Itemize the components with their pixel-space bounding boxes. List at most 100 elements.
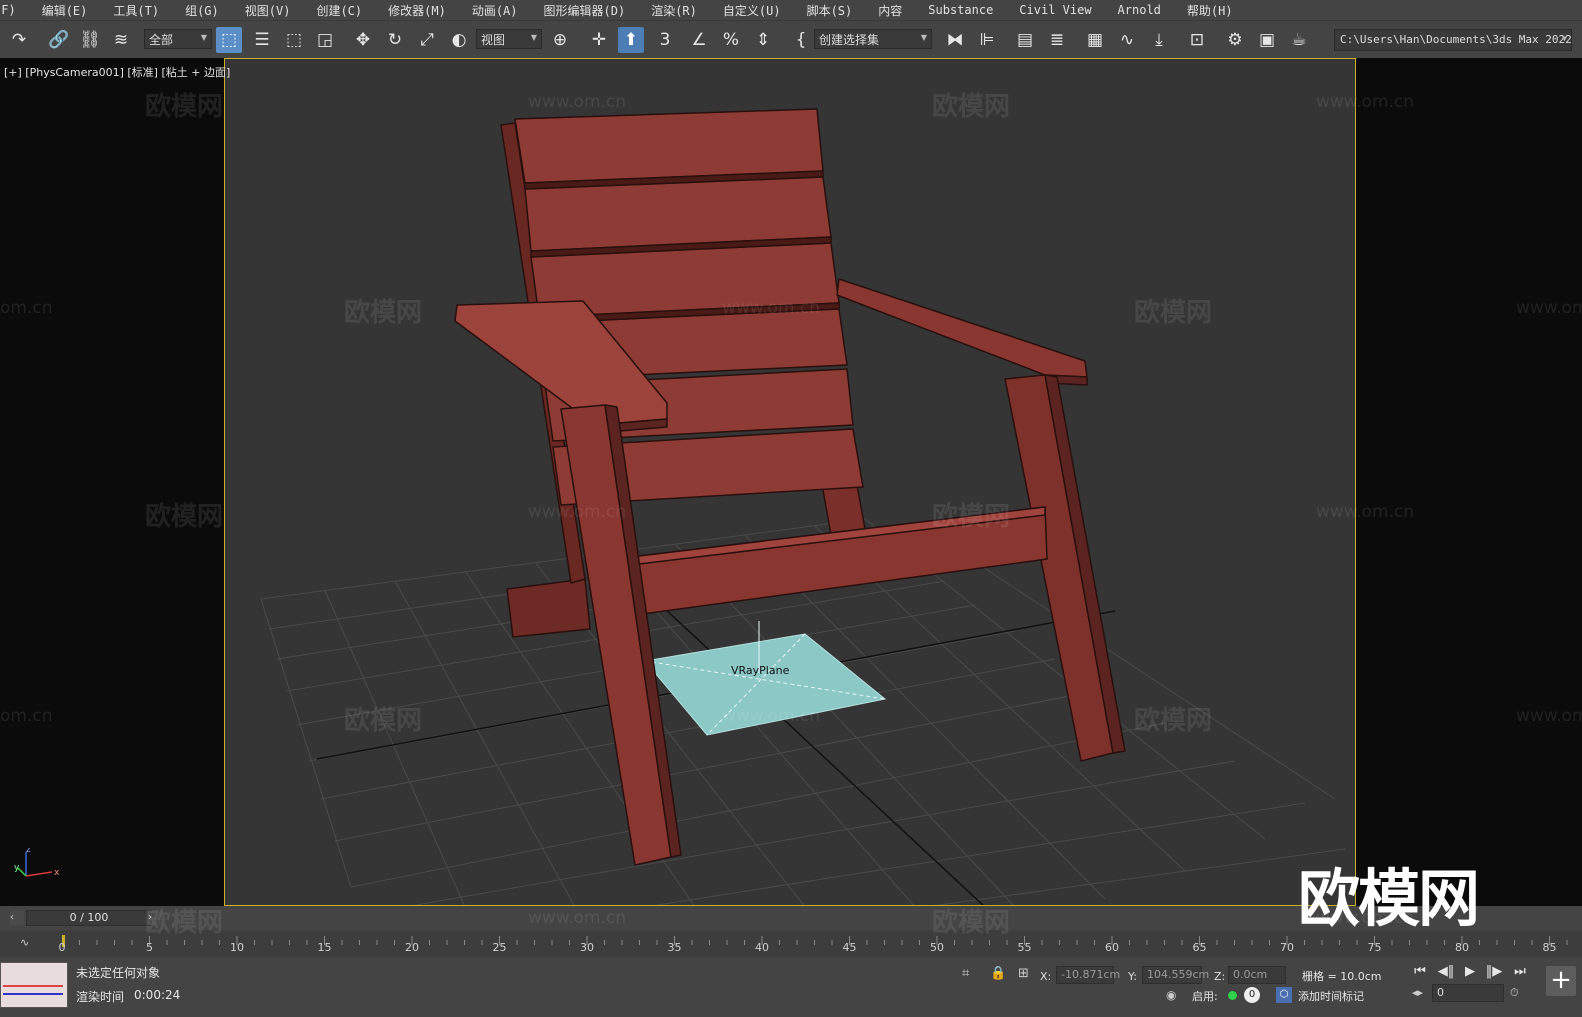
reference-coordinate-value: 视图 bbox=[481, 33, 506, 47]
menu-item[interactable]: 自定义(U) bbox=[710, 2, 794, 19]
listener-line bbox=[3, 993, 63, 995]
add-key-button[interactable]: + bbox=[1546, 966, 1576, 996]
tick-label: 40 bbox=[755, 941, 769, 954]
axis-y-label: y bbox=[14, 863, 20, 873]
project-path-select[interactable]: C:\Users\Han\Documents\3ds Max 2022 ▼ bbox=[1334, 29, 1572, 51]
keyboard-shortcut-override-icon[interactable]: ⬆ bbox=[618, 27, 644, 53]
next-frame-arrow-icon[interactable]: › bbox=[148, 911, 162, 925]
menu-item[interactable]: 动画(A) bbox=[459, 2, 531, 19]
maxscript-listener[interactable] bbox=[0, 962, 68, 1008]
right-pane bbox=[1357, 58, 1582, 906]
rectangular-selection-icon[interactable]: ⬚ bbox=[281, 27, 307, 53]
go-to-start-icon[interactable]: ⏮ bbox=[1410, 964, 1430, 979]
tick-label: 55 bbox=[1017, 941, 1032, 954]
render-setup-icon[interactable]: ⚙ bbox=[1222, 27, 1248, 53]
tick-label: 85 bbox=[1542, 941, 1557, 954]
rendered-frame-window-icon[interactable]: ▣ bbox=[1254, 27, 1280, 53]
perspective-viewport[interactable]: VRayPlane bbox=[224, 58, 1356, 906]
enable-indicator bbox=[1228, 991, 1237, 1000]
bind-space-warp-icon[interactable]: ≋ bbox=[108, 27, 134, 53]
y-coordinate-field[interactable]: 104.559cm bbox=[1142, 966, 1209, 984]
menu-item[interactable]: 创建(C) bbox=[303, 2, 375, 19]
select-by-name-icon[interactable]: ☰ bbox=[249, 27, 275, 53]
menu-item[interactable]: 帮助(H) bbox=[1174, 2, 1246, 19]
named-selection-select[interactable]: 创建选择集 ▼ bbox=[814, 29, 932, 49]
frame-spinner-icon[interactable]: ◂▸ bbox=[1412, 986, 1423, 999]
menu-item[interactable]: Civil View bbox=[1006, 3, 1104, 17]
play-icon[interactable]: ▶ bbox=[1460, 964, 1480, 979]
tick-label: 50 bbox=[930, 941, 944, 954]
menu-item[interactable]: 组(G) bbox=[172, 2, 232, 19]
window-crossing-icon[interactable]: ◲ bbox=[312, 27, 338, 53]
menu-item[interactable]: 渲染(R) bbox=[638, 2, 710, 19]
chevron-down-icon: ▼ bbox=[200, 33, 207, 42]
vray-plane bbox=[644, 621, 887, 736]
axis-z-label: z bbox=[26, 848, 31, 855]
render-production-icon[interactable]: ☕ bbox=[1286, 27, 1312, 53]
menu-item[interactable]: Arnold bbox=[1105, 3, 1174, 17]
snap-dimension-label: 3 bbox=[659, 30, 671, 50]
link-icon[interactable]: 🔗 bbox=[46, 27, 72, 53]
adaptive-degradation-icon[interactable]: ◉ bbox=[1166, 988, 1176, 1002]
absolute-mode-icon[interactable]: ⊞ bbox=[1018, 966, 1029, 981]
move-icon[interactable]: ✥ bbox=[350, 27, 376, 53]
percent-snap-icon[interactable]: % bbox=[718, 27, 744, 53]
edit-named-selection-icon[interactable]: { bbox=[788, 27, 814, 53]
next-key-icon[interactable]: ‖▶ bbox=[1484, 964, 1504, 979]
placement-icon[interactable]: ◐ bbox=[446, 27, 472, 53]
scene-explorer-icon[interactable]: ▤ bbox=[1012, 27, 1038, 53]
named-selection-value: 创建选择集 bbox=[819, 33, 880, 47]
scene-canvas bbox=[260, 108, 1346, 905]
curve-editor-icon[interactable]: ∿ bbox=[1114, 27, 1140, 53]
selection-filter-select[interactable]: 全部 ▼ bbox=[144, 29, 212, 49]
mirror-icon[interactable]: ⧓ bbox=[942, 27, 968, 53]
add-time-tag[interactable]: 添加时间标记 bbox=[1298, 988, 1364, 1004]
menu-item[interactable]: (F) bbox=[0, 3, 29, 17]
x-coordinate-field[interactable]: -10.871cm bbox=[1056, 966, 1120, 984]
menu-item[interactable]: 图形编辑器(D) bbox=[531, 2, 639, 19]
rotate-icon[interactable]: ↻ bbox=[382, 27, 408, 53]
current-frame-field[interactable]: 0 bbox=[1432, 984, 1504, 1002]
menu-item[interactable]: 视图(V) bbox=[232, 2, 304, 19]
snap-toggle-icon[interactable]: 3 bbox=[652, 27, 678, 53]
material-editor-icon[interactable]: ⊡ bbox=[1184, 27, 1210, 53]
menu-item[interactable]: 编辑(E) bbox=[29, 2, 101, 19]
viewport-label[interactable]: [+] [PhysCamera001] [标准] [粘土 + 边面] bbox=[4, 64, 230, 80]
unlink-icon[interactable]: ⛓ bbox=[77, 27, 103, 53]
align-icon[interactable]: ⊫ bbox=[974, 27, 1000, 53]
lock-icon[interactable]: 🔒 bbox=[990, 966, 1006, 981]
menu-item[interactable]: 内容 bbox=[865, 2, 915, 19]
menu-item[interactable]: 修改器(M) bbox=[375, 2, 459, 19]
schematic-view-icon[interactable]: ⤓ bbox=[1146, 27, 1172, 53]
tick-label: 80 bbox=[1455, 941, 1469, 954]
redo-icon[interactable]: ↷ bbox=[6, 27, 32, 53]
y-label: Y: bbox=[1128, 970, 1137, 983]
project-path-value: C:\Users\Han\Documents\3ds Max 2022 bbox=[1340, 33, 1572, 46]
previous-key-icon[interactable]: ◀‖ bbox=[1436, 964, 1456, 979]
tick-label: 10 bbox=[230, 941, 244, 954]
isolate-selection-icon[interactable]: ⌗ bbox=[962, 966, 969, 981]
select-manipulate-icon[interactable]: ✛ bbox=[586, 27, 612, 53]
z-coordinate-field[interactable]: 0.0cm bbox=[1228, 966, 1286, 984]
pivot-center-icon[interactable]: ⊕ bbox=[547, 27, 573, 53]
curve-editor-mini-icon[interactable]: ∿ bbox=[20, 936, 29, 949]
previous-frame-arrow-icon[interactable]: ‹ bbox=[10, 911, 24, 925]
reference-coordinate-select[interactable]: 视图 ▼ bbox=[476, 29, 542, 49]
select-object-icon[interactable]: ⬚ bbox=[216, 27, 242, 53]
scale-icon[interactable]: ⤢ bbox=[414, 27, 440, 53]
layer-explorer-icon[interactable]: ≣ bbox=[1044, 27, 1070, 53]
main-toolbar: ↷ 🔗 ⛓ ≋ 全部 ▼ ⬚ ☰ ⬚ ◲ ✥ ↻ ⤢ ◐ 视图 ▼ ⊕ ✛ ⬆ 3 … bbox=[0, 20, 1582, 59]
vray-plane-label: VRayPlane bbox=[731, 664, 790, 677]
time-config-icon[interactable]: ⏱ bbox=[1510, 986, 1519, 1000]
time-tag-icon[interactable]: ⬡ bbox=[1276, 987, 1292, 1003]
menu-item[interactable]: 脚本(S) bbox=[794, 2, 866, 19]
axis-tripod: z x y bbox=[14, 845, 64, 888]
render-time-value: 0:00:24 bbox=[134, 988, 181, 1002]
time-slider[interactable]: 0 / 100 bbox=[26, 910, 152, 926]
angle-snap-icon[interactable]: ∠ bbox=[686, 27, 712, 53]
go-to-end-icon[interactable]: ⏭ bbox=[1510, 964, 1530, 979]
spinner-snap-icon[interactable]: ⇕ bbox=[750, 27, 776, 53]
menu-item[interactable]: Substance bbox=[915, 3, 1006, 17]
menu-item[interactable]: 工具(T) bbox=[100, 2, 172, 19]
ribbon-toggle-icon[interactable]: ▦ bbox=[1082, 27, 1108, 53]
